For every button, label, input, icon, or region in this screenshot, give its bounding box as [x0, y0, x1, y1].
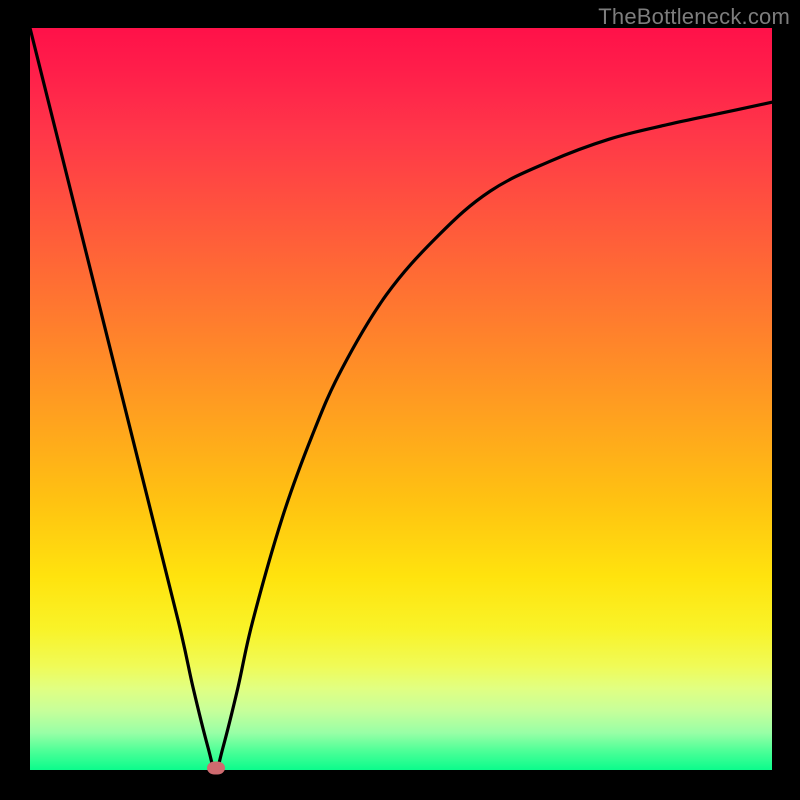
- bottleneck-curve: [30, 28, 772, 770]
- minimum-marker: [207, 762, 225, 775]
- plot-area: [30, 28, 772, 770]
- watermark-text: TheBottleneck.com: [598, 4, 790, 30]
- chart-container: TheBottleneck.com: [0, 0, 800, 800]
